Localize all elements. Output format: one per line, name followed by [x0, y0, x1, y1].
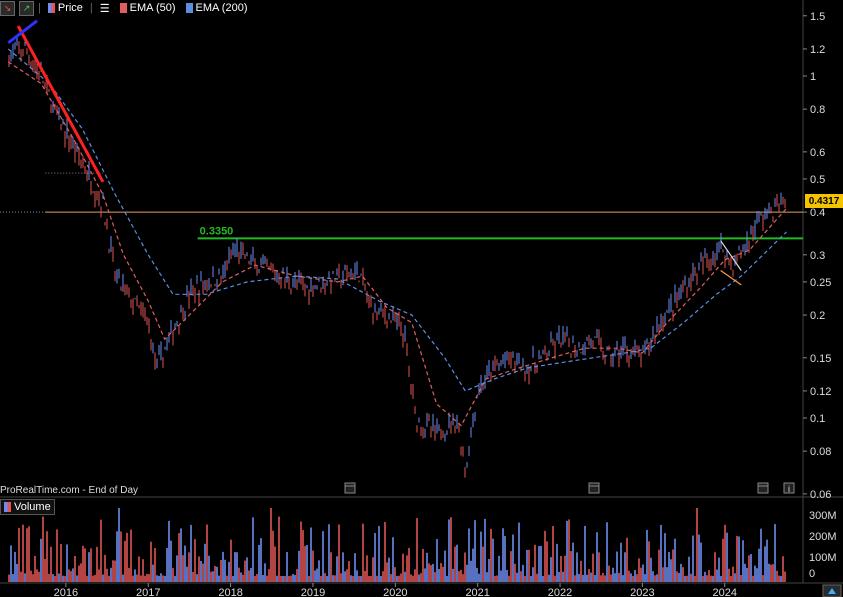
arrow-up-icon[interactable]: ↗ [19, 0, 34, 16]
brand-label: ProRealTime.com - End of Day [0, 485, 139, 496]
y-tick-label: 1.2 [810, 44, 825, 56]
y-tick-label: 0.6 [810, 147, 825, 159]
y-tick-label: 0.12 [810, 386, 831, 398]
volume-tick-label: 300M [809, 510, 837, 522]
y-tick-label: 0.1 [810, 413, 825, 425]
x-tick-label: 2018 [218, 587, 242, 597]
y-tick-label: 0.15 [810, 353, 831, 365]
y-tick-label: 1 [810, 71, 816, 83]
volume-swatch-icon [4, 502, 11, 512]
legend-price[interactable]: Price [45, 2, 86, 14]
y-tick-label: 1.5 [810, 11, 825, 23]
volume-legend-label: Volume [14, 501, 51, 513]
chart-toolbar: ↘ ↗ | Price | ☰ EMA (50) EMA (200) [0, 0, 250, 16]
y-tick-label: 0.25 [810, 277, 831, 289]
ema50-legend-label: EMA (50) [129, 2, 176, 14]
x-tick-label: 2016 [54, 587, 78, 597]
y-tick-label: 0.8 [810, 104, 825, 116]
volume-tick-label: 100M [809, 552, 837, 564]
arrow-down-icon[interactable]: ↘ [0, 0, 15, 16]
price-swatch-icon [47, 3, 55, 13]
volume-tick-label: 0 [809, 568, 815, 580]
y-tick-label: 0.5 [810, 174, 825, 186]
x-tick-label: 2019 [301, 587, 325, 597]
price-legend-label: Price [57, 2, 83, 14]
calendar-icon[interactable] [588, 482, 600, 494]
support-level-label: 0.3350 [200, 225, 234, 237]
info-icon[interactable]: i [783, 482, 795, 494]
y-tick-label: 0.06 [810, 489, 831, 501]
x-tick-label: 2022 [548, 587, 572, 597]
y-tick-label: 0.08 [810, 446, 831, 458]
calendar-icon[interactable] [757, 482, 769, 494]
ema200-legend-label: EMA (200) [195, 2, 248, 14]
volume-legend[interactable]: Volume [0, 499, 55, 515]
chart-background [0, 0, 843, 597]
scroll-up-icon[interactable] [822, 584, 842, 597]
svg-text:i: i [788, 484, 790, 494]
settings-list-icon[interactable]: ☰ [97, 2, 113, 15]
calendar-icon[interactable] [344, 482, 356, 494]
y-tick-label: 0.2 [810, 310, 825, 322]
x-tick-label: 2020 [383, 587, 407, 597]
ema50-swatch-icon [119, 3, 127, 13]
legend-ema200[interactable]: EMA (200) [183, 2, 251, 14]
y-tick-label: 0.3 [810, 250, 825, 262]
y-tick-label: 0.4 [810, 207, 825, 219]
x-tick-label: 2023 [630, 587, 654, 597]
x-tick-label: 2024 [713, 587, 737, 597]
x-tick-label: 2021 [465, 587, 489, 597]
ema200-swatch-icon [185, 3, 193, 13]
last-price-badge: 0.4317 [805, 194, 843, 208]
legend-ema50[interactable]: EMA (50) [117, 2, 179, 14]
volume-tick-label: 200M [809, 531, 837, 543]
price-chart[interactable]: 1.5 1.2 1 0.8 0.6 0.5 0.4 0.3 0.25 0.2 0.15 0.12 0.1… [0, 0, 843, 597]
x-tick-label: 2017 [136, 587, 160, 597]
